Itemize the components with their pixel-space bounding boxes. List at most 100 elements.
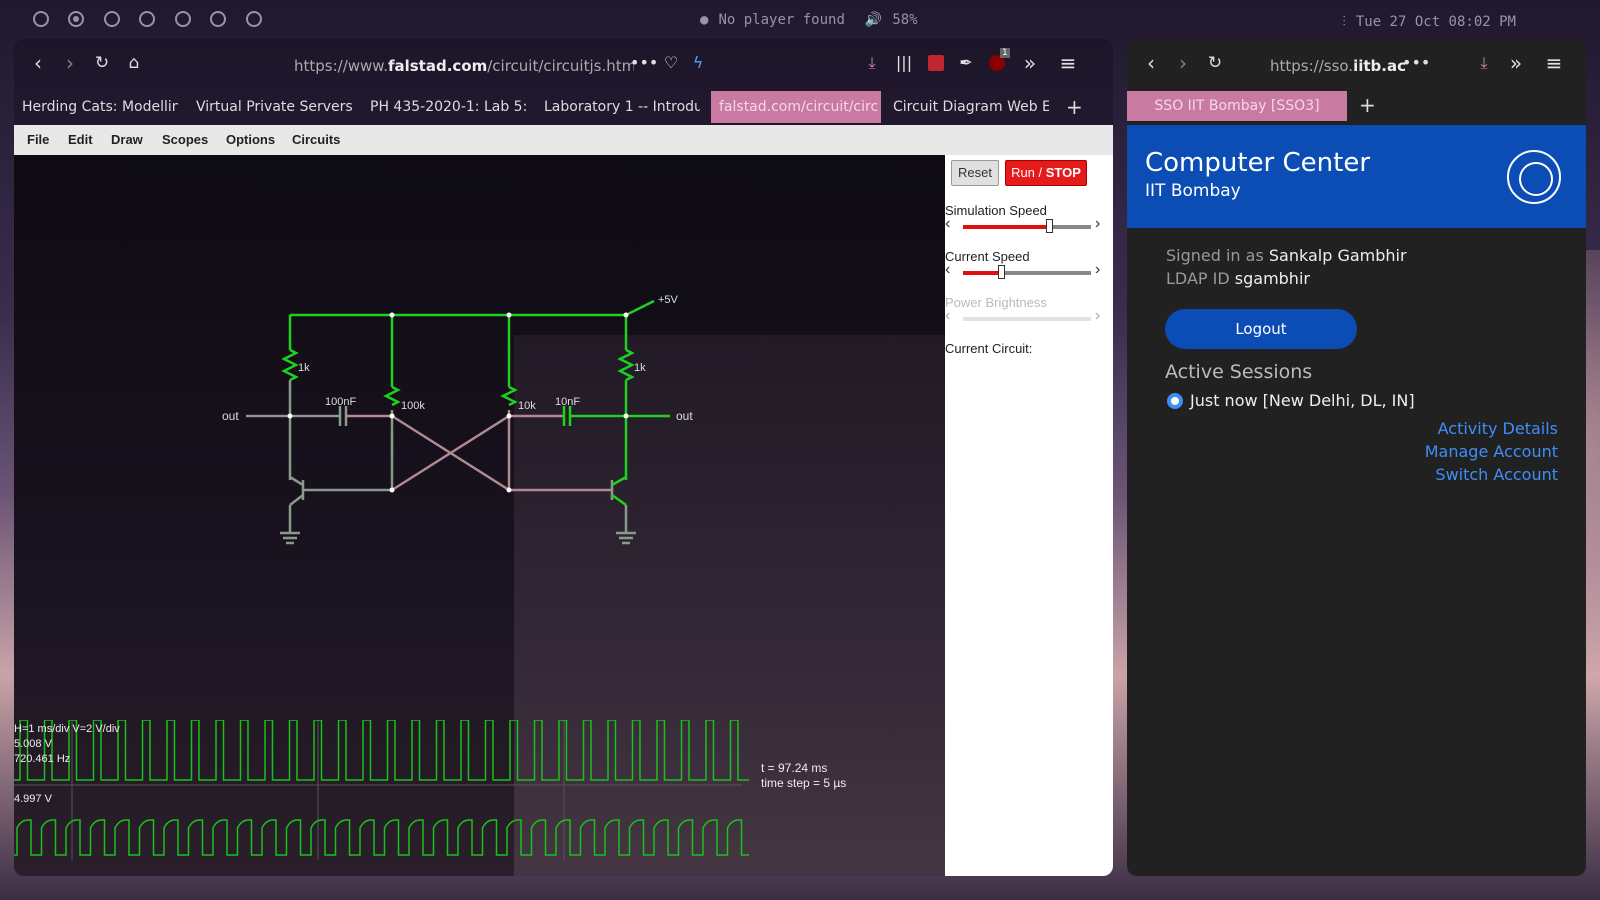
media-icon: ● <box>700 12 709 28</box>
menu-icon[interactable]: ≡ <box>1542 51 1566 75</box>
system-top-bar: ● No player found 🔊 58% ⫶ Tue 27 Oct 08:… <box>0 0 1600 42</box>
logout-button[interactable]: Logout <box>1165 309 1357 349</box>
signed-in-line: Signed in as Sankalp Gambhir <box>1166 246 1407 265</box>
label-vcc: +5V <box>658 294 679 306</box>
back-icon[interactable]: ‹ <box>26 51 50 75</box>
scope-v2: 4.997 V <box>14 793 53 805</box>
sim-speed-slider[interactable]: ‹ › <box>945 215 1109 233</box>
sim-speed-left-icon[interactable]: ‹ <box>945 215 950 233</box>
menu-options[interactable]: Options <box>226 132 275 147</box>
active-sessions-title: Active Sessions <box>1165 361 1313 383</box>
browser-window-sso: ‹ › ↻ https://sso.iitb.ac ••• ⤓ » ≡ SSO … <box>1127 39 1586 876</box>
forward-icon[interactable]: › <box>58 51 82 75</box>
url-bar-sso[interactable]: https://sso.iitb.ac <box>1270 57 1410 75</box>
scope-display[interactable]: H=1 ms/div V=2 V/div 5.008 V 720.461 Hz … <box>14 720 754 860</box>
menu-draw[interactable]: Draw <box>111 132 143 147</box>
sim-timestep: time step = 5 µs <box>761 776 847 790</box>
url-bar[interactable]: https://www.falstad.com/circuit/circuitj… <box>294 57 634 75</box>
workspace-7[interactable] <box>246 11 262 27</box>
tab-circuit-diagram[interactable]: Circuit Diagram Web Ed <box>885 91 1049 123</box>
library-icon[interactable]: ||| <box>892 51 916 75</box>
scope-trace-bottom <box>14 819 749 856</box>
navigation-bar-sso: ‹ › ↻ https://sso.iitb.ac ••• ⤓ » ≡ <box>1127 39 1586 89</box>
switch-account-link[interactable]: Switch Account <box>1435 465 1558 484</box>
back-icon[interactable]: ‹ <box>1139 51 1163 75</box>
label-r1: 1k <box>298 362 310 374</box>
browser-window-falstad: ‹ › ↻ ⌂ https://www.falstad.com/circuit/… <box>14 39 1113 876</box>
label-r3: 100k <box>401 400 425 412</box>
app-menubar: File Edit Draw Scopes Options Circuits <box>14 125 1113 155</box>
label-out-left: out <box>222 409 239 423</box>
label-r4: 10k <box>518 400 536 412</box>
lastpass-icon[interactable] <box>928 55 944 71</box>
ldap-line: LDAP ID sgambhir <box>1166 269 1310 288</box>
tab-sso[interactable]: SSO IIT Bombay [SSO3] <box>1127 91 1347 121</box>
page-actions-icon[interactable]: ••• <box>1402 51 1430 75</box>
current-speed-label: Current Speed <box>945 249 1030 264</box>
label-c2: 10nF <box>555 396 580 408</box>
reload-icon[interactable]: ↻ <box>1203 51 1227 75</box>
label-c1: 100nF <box>325 396 356 408</box>
navigation-bar: ‹ › ↻ ⌂ https://www.falstad.com/circuit/… <box>14 39 1113 89</box>
sim-speed-right-icon[interactable]: › <box>1095 215 1100 233</box>
workspace-6[interactable] <box>210 11 226 27</box>
tab-laboratory[interactable]: Laboratory 1 -- Introduc <box>536 91 700 123</box>
home-icon[interactable]: ⌂ <box>122 51 146 75</box>
ldap-id: sgambhir <box>1234 269 1310 288</box>
workspace-2[interactable] <box>68 11 84 27</box>
sim-time: t = 97.24 ms <box>761 761 828 775</box>
run-stop-button[interactable]: Run / STOP <box>1005 160 1087 186</box>
menu-circuits[interactable]: Circuits <box>292 132 340 147</box>
page-actions-icon[interactable]: ••• <box>630 51 658 75</box>
current-speed-left-icon[interactable]: ‹ <box>945 261 950 279</box>
current-circuit-label: Current Circuit: <box>945 341 1033 356</box>
overflow-icon[interactable]: » <box>1504 51 1528 75</box>
tab-vps[interactable]: Virtual Private Servers – <box>188 91 352 123</box>
extension-icon[interactable]: ✒ <box>954 51 978 75</box>
menu-icon[interactable]: ≡ <box>1056 51 1080 75</box>
page-subtitle: IIT Bombay <box>1145 181 1241 201</box>
menu-edit[interactable]: Edit <box>68 132 93 147</box>
new-tab-icon[interactable]: + <box>1359 93 1376 117</box>
tab-falstad[interactable]: falstad.com/circuit/circ <box>711 91 881 123</box>
new-tab-icon[interactable]: + <box>1066 95 1083 119</box>
audio-wave-icon: ⫶ <box>1342 14 1346 30</box>
reload-icon[interactable]: ↻ <box>90 51 114 75</box>
clock[interactable]: Tue 27 Oct 08:02 PM <box>1356 14 1516 30</box>
control-panel: Reset Run / STOP Simulation Speed ‹ › Cu… <box>945 155 1113 876</box>
workspace-4[interactable] <box>139 11 155 27</box>
menu-scopes[interactable]: Scopes <box>162 132 208 147</box>
menu-file[interactable]: File <box>27 132 49 147</box>
power-brightness-label: Power Brightness <box>945 295 1047 310</box>
download-icon[interactable]: ⤓ <box>860 51 884 75</box>
label-out-right: out <box>676 409 693 423</box>
overflow-icon[interactable]: » <box>1018 51 1042 75</box>
circuit-canvas[interactable]: +5V 1k 1k 100k 10k 100nF 10nF out out H=… <box>14 155 945 876</box>
user-name: Sankalp Gambhir <box>1268 246 1407 265</box>
volume-level[interactable]: 58% <box>892 12 917 28</box>
workspace-1[interactable] <box>33 11 49 27</box>
tab-ph435[interactable]: PH 435-2020-1: Lab 5: I <box>362 91 526 123</box>
forward-icon[interactable]: › <box>1171 51 1195 75</box>
sim-speed-label: Simulation Speed <box>945 203 1047 218</box>
scope-v1: 5.008 V <box>14 738 53 750</box>
activity-details-link[interactable]: Activity Details <box>1438 419 1558 438</box>
lightning-icon[interactable]: ϟ <box>686 51 710 75</box>
pocket-icon[interactable]: ♡ <box>659 51 683 75</box>
tab-herding-cats[interactable]: Herding Cats: Modelling <box>14 91 178 123</box>
volume-icon[interactable]: 🔊 <box>865 12 882 28</box>
workspace-5[interactable] <box>175 11 191 27</box>
label-r2: 1k <box>634 362 646 374</box>
sso-header: Computer Center IIT Bombay <box>1127 125 1586 228</box>
download-icon[interactable]: ⤓ <box>1472 51 1496 75</box>
manage-account-link[interactable]: Manage Account <box>1425 442 1558 461</box>
power-brightness-slider: ‹ › <box>945 307 1101 324</box>
iitb-logo-icon <box>1507 150 1561 204</box>
player-status[interactable]: No player found <box>718 12 844 28</box>
reset-button[interactable]: Reset <box>951 160 999 186</box>
current-speed-slider[interactable]: ‹ › <box>945 261 1109 279</box>
session-radio[interactable] <box>1167 393 1183 409</box>
current-speed-right-icon[interactable]: › <box>1095 261 1100 279</box>
tab-strip: Herding Cats: Modelling Virtual Private … <box>14 89 1113 125</box>
workspace-3[interactable] <box>104 11 120 27</box>
